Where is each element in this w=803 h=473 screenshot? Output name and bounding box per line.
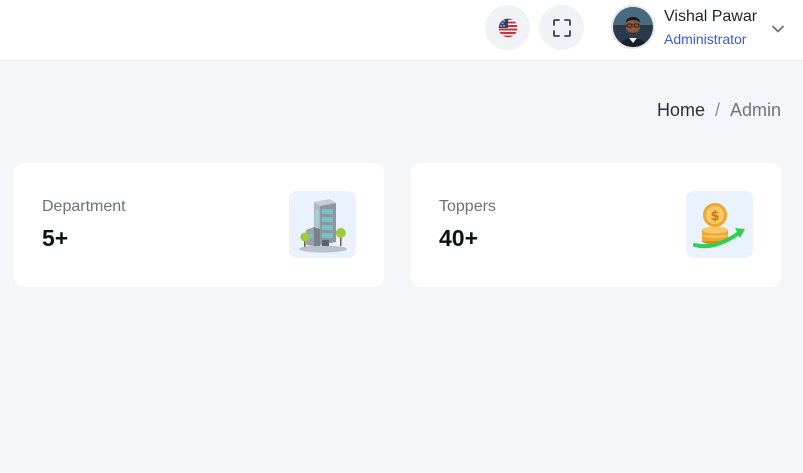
fullscreen-button[interactable] <box>539 5 584 50</box>
chevron-down-icon[interactable] <box>770 21 786 37</box>
stat-card-icon-box: $ <box>686 191 753 258</box>
stat-card-value: 5+ <box>42 225 69 251</box>
coins-growth-icon: $ <box>692 202 745 248</box>
breadcrumb-current: Admin <box>729 100 781 120</box>
breadcrumb-home[interactable]: Home <box>657 100 705 121</box>
stat-card-icon-box <box>289 191 356 258</box>
stat-card-department: Department 5+ <box>14 163 384 287</box>
user-name: Vishal Pawar <box>664 8 758 25</box>
stat-card-label: Department <box>42 198 126 215</box>
us-flag-icon <box>497 17 518 38</box>
breadcrumb-separator: / <box>714 100 720 120</box>
top-bar: Vishal Pawar Administrator <box>0 0 803 61</box>
building-icon <box>298 198 347 252</box>
fullscreen-icon <box>552 18 571 37</box>
user-role: Administrator <box>664 31 747 47</box>
breadcrumb: Home / Admin <box>657 100 781 121</box>
stat-card-toppers: Toppers 40+ $ <box>411 163 781 287</box>
language-button[interactable] <box>485 5 530 50</box>
avatar[interactable] <box>611 5 655 49</box>
stat-card-label: Toppers <box>439 198 496 215</box>
svg-text:$: $ <box>710 209 719 224</box>
stat-card-value: 40+ <box>439 225 479 251</box>
